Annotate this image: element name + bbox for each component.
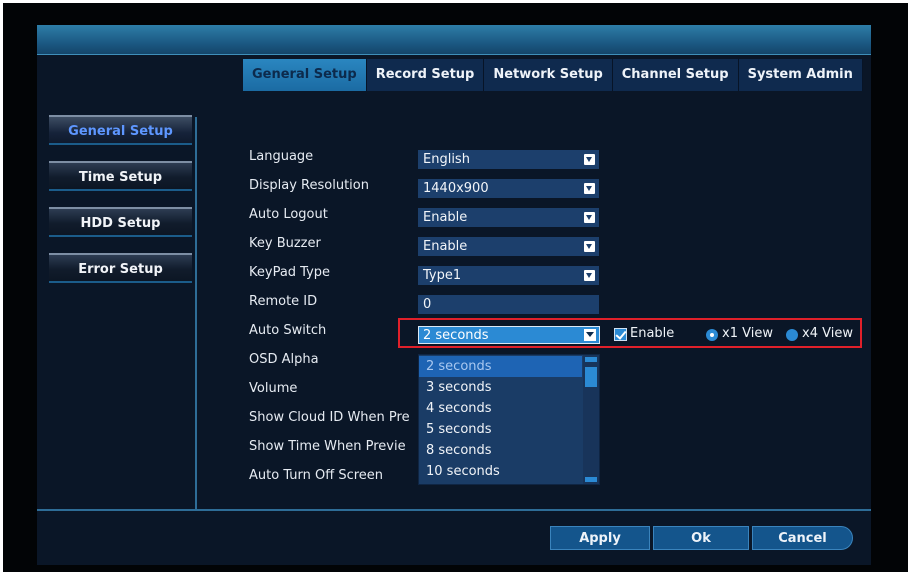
horizontal-divider xyxy=(37,509,871,511)
dropdown-option[interactable]: 5 seconds xyxy=(419,419,582,440)
display-resolution-label: Display Resolution xyxy=(249,178,369,193)
key-buzzer-select[interactable]: Enable xyxy=(418,237,599,256)
sidebar-item-time-setup[interactable]: Time Setup xyxy=(49,161,192,191)
tab-channel-setup[interactable]: Channel Setup xyxy=(612,59,739,91)
dropdown-option[interactable]: 10 seconds xyxy=(419,461,582,482)
dropdown-option[interactable]: 3 seconds xyxy=(419,377,582,398)
auto-switch-enable-checkbox[interactable] xyxy=(614,328,627,341)
chevron-down-icon xyxy=(584,154,595,165)
x1-view-radio[interactable] xyxy=(706,329,718,341)
dropdown-option[interactable]: 8 seconds xyxy=(419,440,582,461)
key-buzzer-value: Enable xyxy=(423,239,468,254)
tab-general-setup[interactable]: General Setup xyxy=(243,59,367,91)
tab-bar: General Setup Record Setup Network Setup… xyxy=(243,59,863,91)
chevron-down-icon xyxy=(584,183,595,194)
remote-id-value: 0 xyxy=(423,297,432,312)
keypad-type-value: Type1 xyxy=(423,268,462,283)
sidebar-item-error-setup[interactable]: Error Setup xyxy=(49,253,192,283)
tab-system-admin[interactable]: System Admin xyxy=(738,59,863,91)
cancel-button[interactable]: Cancel xyxy=(752,526,853,550)
chevron-down-icon xyxy=(584,329,596,341)
dvr-frame: General Setup Record Setup Network Setup… xyxy=(3,3,908,572)
display-resolution-value: 1440x900 xyxy=(423,181,489,196)
auto-logout-label: Auto Logout xyxy=(249,207,328,222)
sidebar: General Setup Time Setup HDD Setup Error… xyxy=(49,115,192,299)
language-select[interactable]: English xyxy=(418,150,599,169)
auto-switch-value: 2 seconds xyxy=(423,328,489,343)
auto-switch-label: Auto Switch xyxy=(249,323,327,338)
auto-switch-dropdown-list: 2 seconds 3 seconds 4 seconds 5 seconds … xyxy=(418,354,600,485)
volume-label: Volume xyxy=(249,381,298,396)
chevron-down-icon xyxy=(584,241,595,252)
display-resolution-select[interactable]: 1440x900 xyxy=(418,179,599,198)
dropdown-option[interactable]: 2 seconds xyxy=(419,356,582,377)
x1-view-label: x1 View xyxy=(722,326,773,341)
dropdown-option[interactable]: 4 seconds xyxy=(419,398,582,419)
apply-button[interactable]: Apply xyxy=(550,526,650,550)
settings-screen: General Setup Record Setup Network Setup… xyxy=(37,25,871,565)
dropdown-scrollbar[interactable] xyxy=(583,355,599,484)
title-bar xyxy=(37,25,871,55)
tab-network-setup[interactable]: Network Setup xyxy=(484,59,613,91)
ok-button[interactable]: Ok xyxy=(653,526,749,550)
sidebar-item-general-setup[interactable]: General Setup xyxy=(49,115,192,145)
scrollbar-thumb[interactable] xyxy=(585,367,597,387)
auto-logout-select[interactable]: Enable xyxy=(418,208,599,227)
scroll-down-cap[interactable] xyxy=(585,477,597,482)
key-buzzer-label: Key Buzzer xyxy=(249,236,321,251)
sidebar-item-hdd-setup[interactable]: HDD Setup xyxy=(49,207,192,237)
auto-turn-off-label: Auto Turn Off Screen xyxy=(249,468,384,483)
remote-id-input[interactable]: 0 xyxy=(418,295,599,314)
remote-id-label: Remote ID xyxy=(249,294,318,309)
auto-logout-value: Enable xyxy=(423,210,468,225)
tab-record-setup[interactable]: Record Setup xyxy=(366,59,485,91)
chevron-down-icon xyxy=(584,270,595,281)
language-label: Language xyxy=(249,149,314,164)
show-cloud-id-label: Show Cloud ID When Pre xyxy=(249,410,410,425)
language-value: English xyxy=(423,152,470,167)
x4-view-label: x4 View xyxy=(802,326,853,341)
osd-alpha-label: OSD Alpha xyxy=(249,352,319,367)
keypad-type-label: KeyPad Type xyxy=(249,265,331,280)
x4-view-radio[interactable] xyxy=(786,329,798,341)
keypad-type-select[interactable]: Type1 xyxy=(418,266,599,285)
chevron-down-icon xyxy=(584,212,595,223)
auto-switch-enable-label: Enable xyxy=(630,326,675,341)
auto-switch-select[interactable]: 2 seconds xyxy=(418,326,600,344)
vertical-divider xyxy=(195,117,197,509)
scroll-up-cap[interactable] xyxy=(585,357,597,362)
show-time-label: Show Time When Previe xyxy=(249,439,406,454)
